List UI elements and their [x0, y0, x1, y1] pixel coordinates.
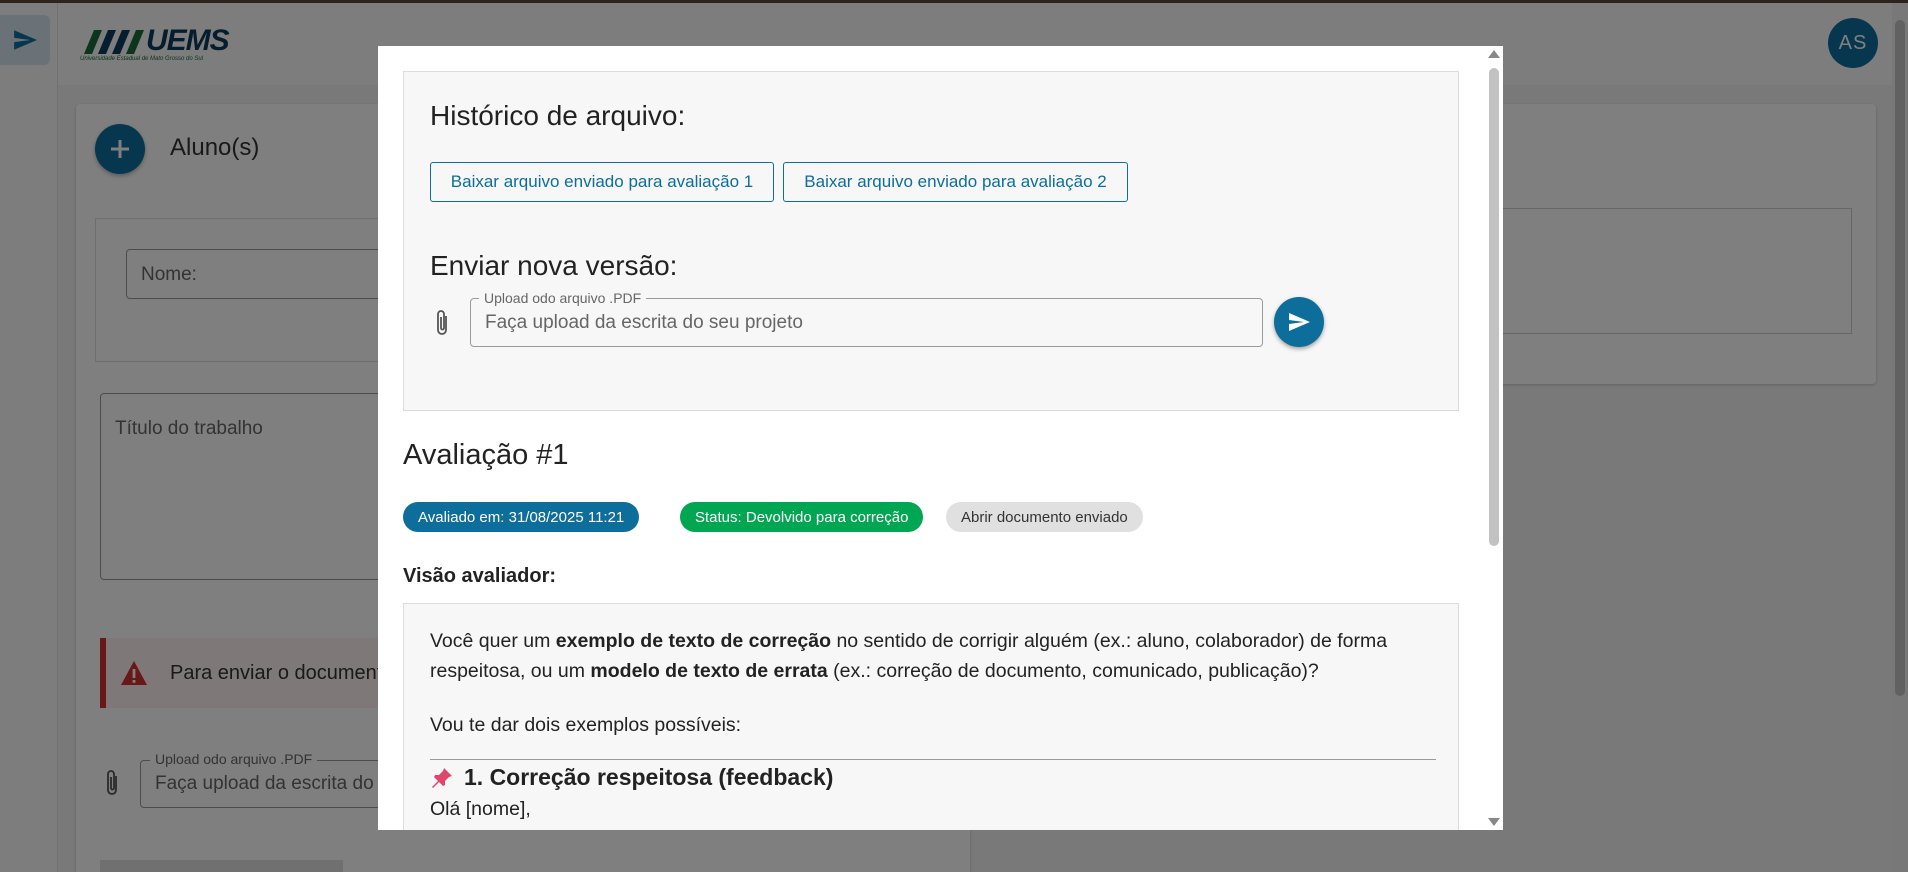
feedback-divider	[430, 759, 1436, 760]
evaluated-at-badge: Avaliado em: 31/08/2025 11:21	[403, 502, 640, 532]
send-icon	[1289, 313, 1310, 331]
scroll-up-arrow-icon[interactable]	[1488, 50, 1500, 58]
modal-scrollbar[interactable]	[1485, 46, 1503, 830]
send-new-version-title: Enviar nova versão:	[430, 250, 678, 281]
feedback-greeting: Olá [nome],	[430, 798, 531, 820]
pdf-upload-label: Upload odo arquivo .PDF	[479, 290, 647, 306]
download-evaluation-1-button[interactable]: Baixar arquivo enviado para avaliação 1	[430, 162, 774, 202]
file-history-title: Histórico de arquivo:	[430, 100, 686, 131]
scroll-down-arrow-icon[interactable]	[1488, 818, 1500, 826]
feedback-paragraph-2: Vou te dar dois exemplos possíveis:	[430, 714, 742, 736]
send-file-button[interactable]	[1274, 297, 1324, 347]
status-badge: Status: Devolvido para correção	[680, 502, 924, 532]
reviewer-view-label: Visão avaliador:	[403, 565, 557, 587]
evaluation-modal: Histórico de arquivo: Baixar arquivo env…	[378, 46, 1503, 830]
modal-scrollbar-thumb[interactable]	[1489, 68, 1499, 546]
open-document-button[interactable]: Abrir documento enviado	[946, 502, 1143, 532]
feedback-section-title-text: 1. Correção respeitosa (feedback)	[464, 764, 834, 790]
file-history-panel: Histórico de arquivo: Baixar arquivo env…	[403, 71, 1459, 411]
download-evaluation-2-button[interactable]: Baixar arquivo enviado para avaliação 2	[783, 162, 1128, 202]
evaluation-title: Avaliação #1	[403, 439, 569, 471]
paperclip-icon[interactable]	[432, 308, 452, 338]
feedback-section-title: 1. Correção respeitosa (feedback)	[430, 764, 833, 791]
feedback-paragraph-1: Você quer um exemplo de texto de correçã…	[430, 630, 1388, 682]
reviewer-feedback-panel: Você quer um exemplo de texto de correçã…	[403, 603, 1459, 830]
pushpin-icon	[432, 767, 452, 788]
